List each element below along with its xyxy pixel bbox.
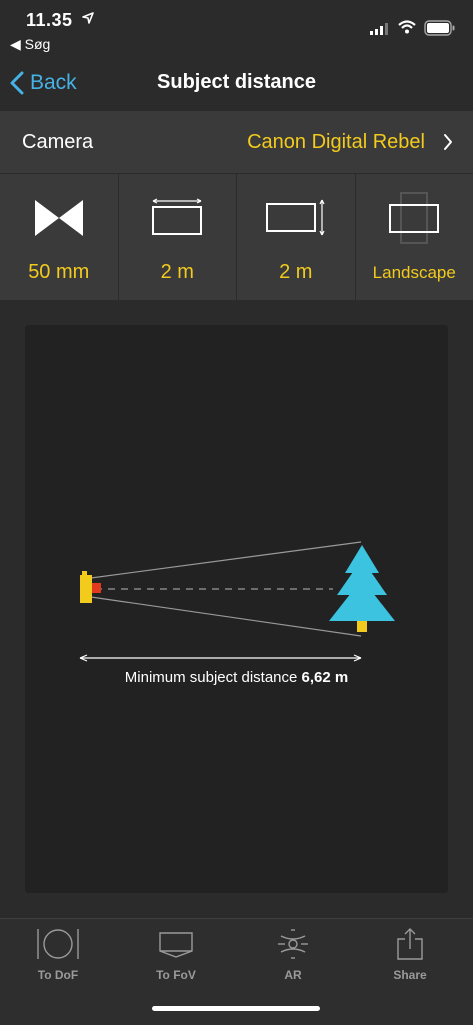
- subject-height-setting[interactable]: 2 m: [237, 174, 355, 300]
- share-icon: [395, 927, 425, 961]
- distance-measure-line: [80, 655, 361, 661]
- back-to-app-link[interactable]: ◀ Søg: [10, 36, 50, 53]
- tab-ar[interactable]: AR: [248, 927, 338, 982]
- orientation-setting[interactable]: Landscape: [356, 174, 473, 300]
- fov-top-line: [91, 542, 361, 578]
- status-bar: 11.35 ◀ Søg: [0, 0, 473, 58]
- orientation-icon: [388, 192, 440, 244]
- ar-icon: [275, 927, 311, 961]
- page-title: Subject distance: [0, 71, 473, 94]
- distance-diagram: Minimum subject distance 6,62 m: [25, 325, 448, 893]
- tab-share-label: Share: [365, 968, 455, 982]
- distance-caption: Minimum subject distance 6,62 m: [25, 669, 448, 686]
- battery-icon: [424, 20, 456, 36]
- lens-icon: [33, 198, 85, 238]
- settings-row: 50 mm 2 m 2 m Landscape: [0, 174, 473, 300]
- subject-width-setting[interactable]: 2 m: [119, 174, 237, 300]
- distance-caption-text: Minimum subject distance: [125, 669, 302, 686]
- distance-scene: [25, 325, 448, 893]
- home-indicator[interactable]: [152, 1006, 320, 1011]
- tab-to-dof[interactable]: To DoF: [13, 927, 103, 982]
- orientation-value: Landscape: [356, 263, 473, 283]
- tab-to-fov-label: To FoV: [131, 968, 221, 982]
- width-icon: [151, 198, 203, 238]
- chevron-right-icon: [443, 133, 453, 151]
- camera-selector[interactable]: Camera Canon Digital Rebel: [0, 111, 473, 173]
- subject-height-value: 2 m: [237, 261, 355, 284]
- distance-value: 6,62 m: [302, 669, 349, 686]
- height-icon: [265, 198, 327, 238]
- subject-width-value: 2 m: [119, 261, 237, 284]
- tree-icon: [329, 545, 395, 632]
- fov-icon: [156, 927, 196, 961]
- camera-value: Canon Digital Rebel: [247, 131, 425, 154]
- status-time: 11.35: [26, 10, 73, 31]
- tab-share[interactable]: Share: [365, 927, 455, 982]
- camera-label: Camera: [22, 131, 93, 154]
- tab-to-fov[interactable]: To FoV: [131, 927, 221, 982]
- cellular-signal-icon: [370, 23, 390, 35]
- focal-length-setting[interactable]: 50 mm: [0, 174, 118, 300]
- dof-icon: [34, 927, 82, 961]
- tab-to-dof-label: To DoF: [13, 968, 103, 982]
- wifi-icon: [398, 20, 416, 34]
- location-arrow-icon: [82, 12, 94, 24]
- fov-bottom-line: [91, 597, 361, 636]
- focal-length-value: 50 mm: [0, 261, 118, 284]
- tab-ar-label: AR: [248, 968, 338, 982]
- navigation-bar: Back Subject distance: [0, 58, 473, 110]
